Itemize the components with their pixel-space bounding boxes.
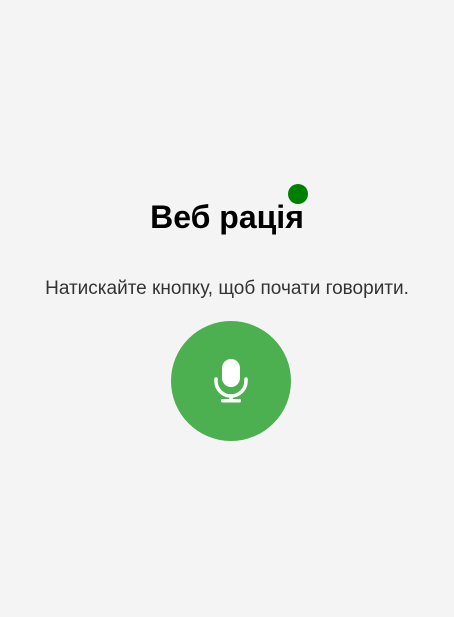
push-to-talk-button[interactable] xyxy=(171,321,291,441)
page-title: Веб рація xyxy=(150,199,304,235)
connection-status-indicator xyxy=(288,184,308,204)
microphone-icon xyxy=(214,359,248,403)
instruction-text: Натискайте кнопку, щоб почати говорити. xyxy=(45,278,409,299)
title-container: Веб рація xyxy=(0,195,454,239)
web-radio-page: Веб рація Натискайте кнопку, щоб почати … xyxy=(0,0,454,617)
